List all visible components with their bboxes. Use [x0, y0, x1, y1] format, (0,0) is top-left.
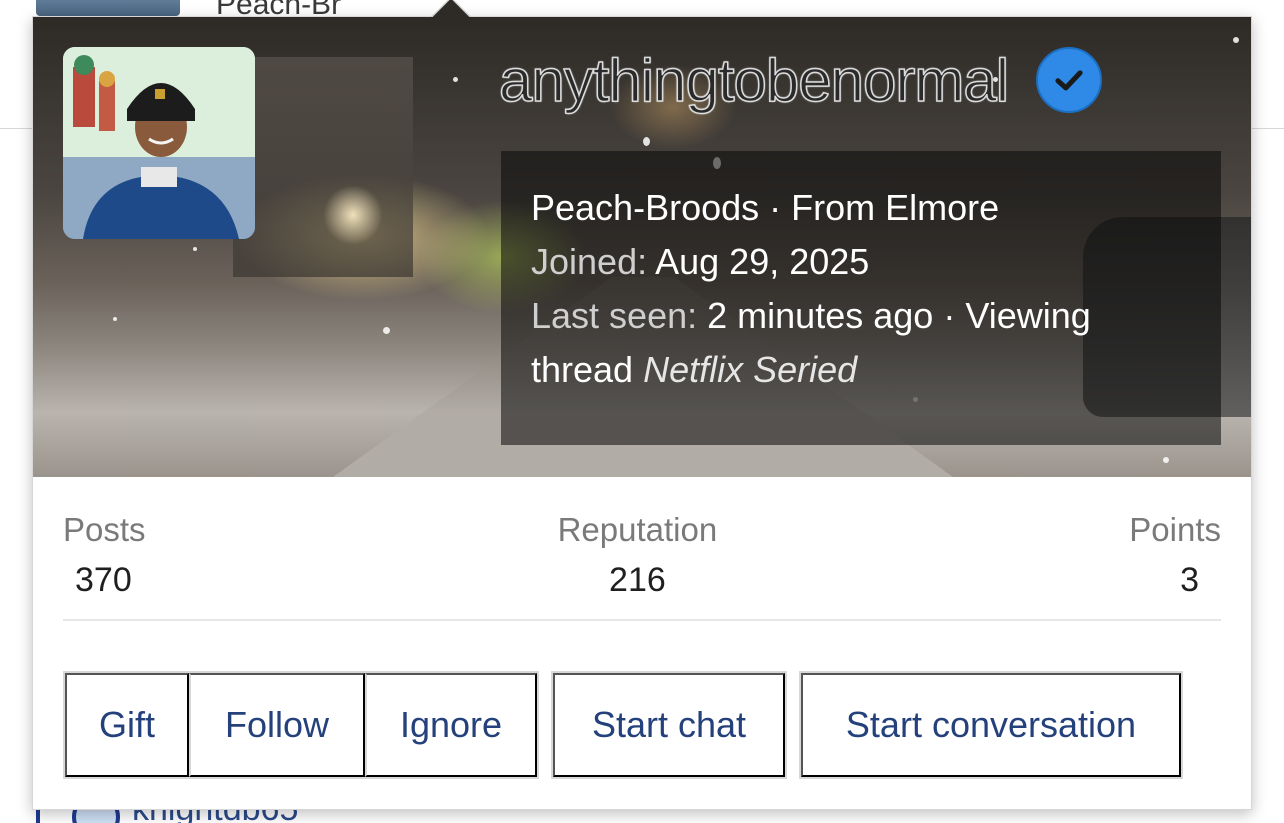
activity-thread-word: thread [531, 349, 634, 390]
user-location[interactable]: From Elmore [791, 187, 999, 228]
member-stats: Posts 370 Reputation 216 Points 3 [63, 511, 1221, 621]
member-actions: Gift Follow Ignore Start chat Start conv… [63, 671, 1183, 779]
profile-banner: anythingtobenormal Peach-Broods · From E… [33, 17, 1251, 477]
joined-line: Joined: Aug 29, 2025 [531, 235, 1191, 289]
start-conversation-button[interactable]: Start conversation [801, 673, 1181, 777]
member-info-box: Peach-Broods · From Elmore Joined: Aug 2… [501, 151, 1221, 445]
last-seen-line: Last seen: 2 minutes ago · Viewing [531, 289, 1191, 343]
snowflake [1233, 37, 1239, 43]
stat-value: 3 [1180, 561, 1199, 599]
stat-label: Posts [63, 511, 146, 548]
separator-dot: · [769, 187, 782, 228]
avatar-illustration [63, 47, 255, 239]
background-divider-right [1250, 128, 1284, 129]
last-seen-label: Last seen: [531, 295, 698, 336]
username-row: anythingtobenormal [498, 45, 1103, 115]
stat-points[interactable]: Points 3 [1129, 511, 1221, 619]
stat-reputation[interactable]: Reputation 216 [558, 511, 718, 619]
avatar[interactable] [63, 47, 255, 239]
background-thumbnail [36, 0, 180, 16]
stat-value: 216 [609, 561, 666, 599]
stat-posts[interactable]: Posts 370 [63, 511, 146, 619]
stat-label: Reputation [557, 511, 718, 548]
snowflake [113, 317, 117, 321]
stat-value: 370 [75, 561, 132, 599]
follow-button[interactable]: Follow [189, 673, 365, 777]
snowflake [1163, 457, 1169, 463]
snowflake [643, 137, 650, 146]
member-tooltip-card: anythingtobenormal Peach-Broods · From E… [32, 0, 1252, 810]
stat-label: Points [1129, 511, 1221, 548]
last-seen-value: 2 minutes ago [707, 295, 934, 336]
thread-title-link[interactable]: Netflix Seried [643, 349, 857, 390]
verified-check-icon [1036, 47, 1103, 113]
gift-button[interactable]: Gift [65, 673, 189, 777]
activity-prefix: Viewing [965, 295, 1091, 336]
activity-line: thread Netflix Seried [531, 343, 1191, 397]
username-link[interactable]: anythingtobenormal [498, 46, 1010, 115]
joined-label: Joined: [531, 241, 648, 282]
snowflake [383, 327, 390, 334]
snowflake [193, 247, 197, 251]
conversation-button-group: Start conversation [799, 671, 1183, 779]
separator-dot: · [943, 295, 956, 336]
user-title: Peach-Broods [531, 187, 760, 228]
background-divider-left [0, 128, 34, 129]
start-chat-button[interactable]: Start chat [553, 673, 785, 777]
snowflake [453, 77, 458, 82]
action-button-group: Gift Follow Ignore [63, 671, 539, 779]
chat-button-group: Start chat [551, 671, 787, 779]
banner-window-glow [323, 185, 383, 245]
joined-date: Aug 29, 2025 [655, 241, 870, 282]
ignore-button[interactable]: Ignore [365, 673, 537, 777]
member-title-line: Peach-Broods · From Elmore [531, 181, 1191, 235]
